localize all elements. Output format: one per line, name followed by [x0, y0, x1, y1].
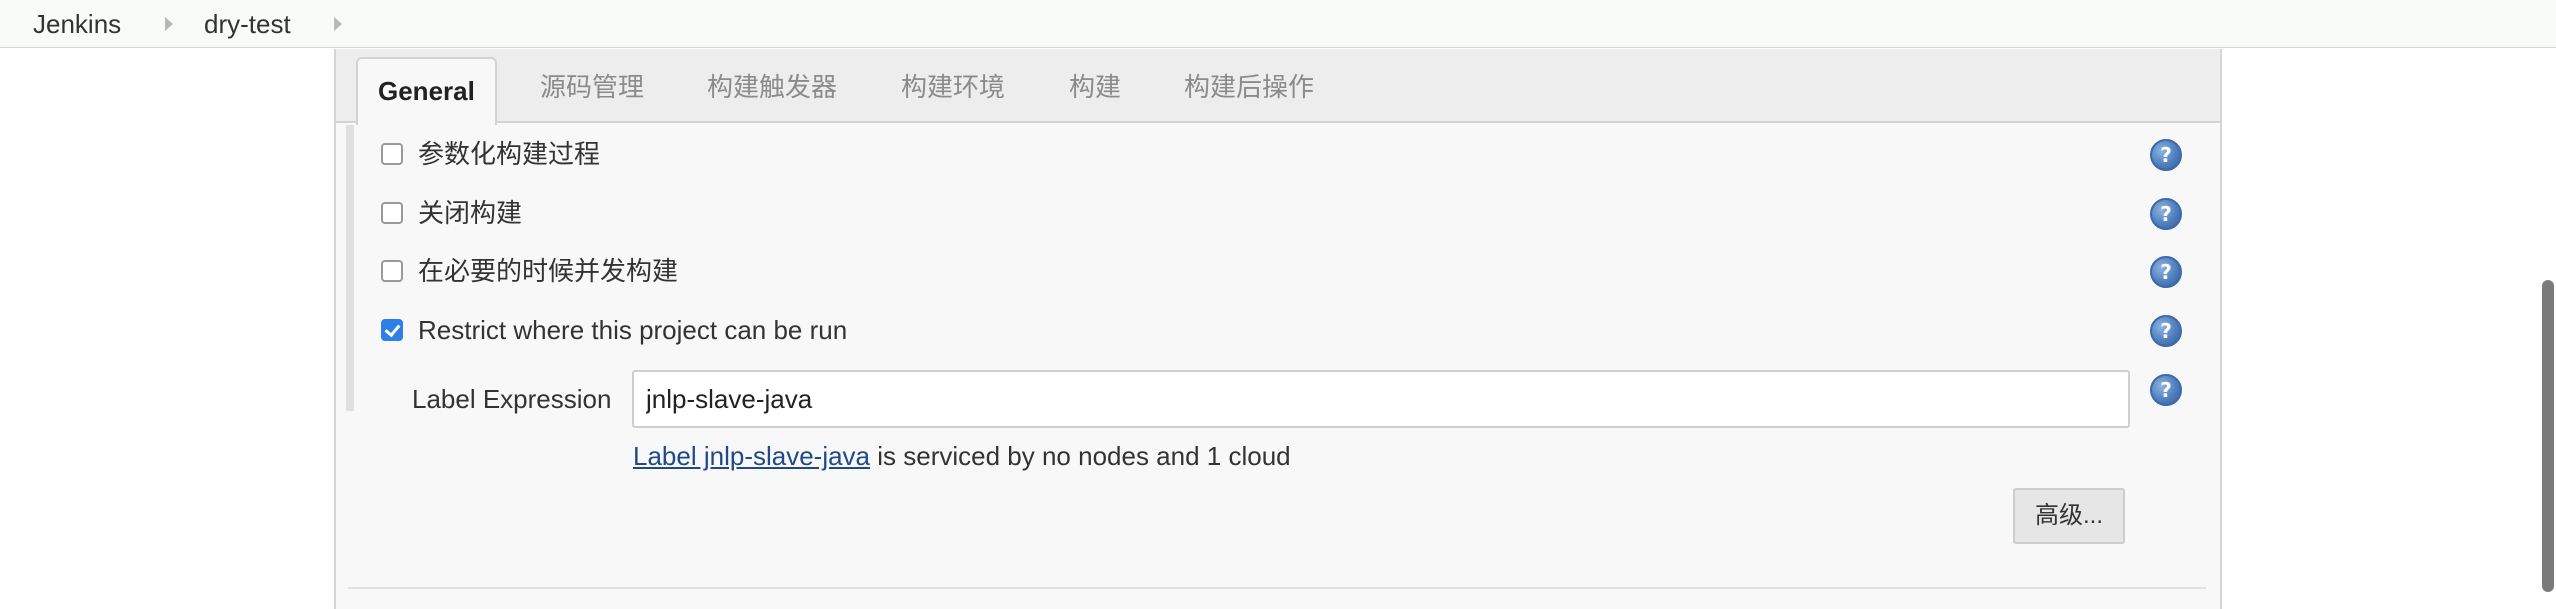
disable-build-label: 关闭构建 [418, 198, 523, 228]
help-icon[interactable]: ? [2150, 374, 2182, 406]
breadcrumb-item-project[interactable]: dry-test [204, 9, 291, 39]
tab-source-code-management[interactable]: 源码管理 [540, 69, 644, 105]
help-icon[interactable]: ? [2150, 139, 2182, 171]
label-info: Label jnlp-slave-java is serviced by no … [633, 441, 1291, 471]
label-expression-input[interactable] [632, 370, 2130, 428]
label-info-text: is serviced by no nodes and 1 cloud [870, 441, 1291, 471]
chevron-right-icon[interactable] [334, 17, 342, 31]
parameterized-build-checkbox[interactable] [381, 143, 403, 165]
section-divider [348, 587, 2206, 589]
help-icon[interactable]: ? [2150, 256, 2182, 288]
page-scrollbar[interactable] [2542, 280, 2554, 592]
tab-build-environment[interactable]: 构建环境 [901, 69, 1005, 105]
breadcrumb: Jenkins dry-test [0, 0, 2556, 48]
parameterized-build-label: 参数化构建过程 [418, 139, 601, 169]
disable-build-checkbox[interactable] [381, 202, 403, 224]
tab-general[interactable]: General [356, 57, 497, 125]
concurrent-build-checkbox[interactable] [381, 260, 403, 282]
config-tab-bar: General 源码管理 构建触发器 构建环境 构建 构建后操作 [336, 49, 2220, 125]
concurrent-build-label: 在必要的时候并发构建 [418, 256, 679, 286]
config-panel: General 源码管理 构建触发器 构建环境 构建 构建后操作 参数化构建过程… [334, 49, 2222, 609]
help-icon[interactable]: ? [2150, 315, 2182, 347]
label-expression-label: Label Expression [412, 384, 612, 414]
breadcrumb-item-jenkins[interactable]: Jenkins [33, 9, 121, 39]
tab-build[interactable]: 构建 [1069, 69, 1121, 105]
label-info-link[interactable]: Label jnlp-slave-java [633, 441, 870, 471]
tab-post-build-actions[interactable]: 构建后操作 [1184, 69, 1314, 105]
tab-build-triggers[interactable]: 构建触发器 [707, 69, 837, 105]
restrict-run-checkbox[interactable] [381, 319, 403, 341]
help-icon[interactable]: ? [2150, 198, 2182, 230]
advanced-button[interactable]: 高级... [2013, 488, 2125, 544]
restrict-run-label: Restrict where this project can be run [418, 315, 848, 345]
chevron-right-icon[interactable] [165, 17, 173, 31]
section-rail [346, 125, 354, 411]
